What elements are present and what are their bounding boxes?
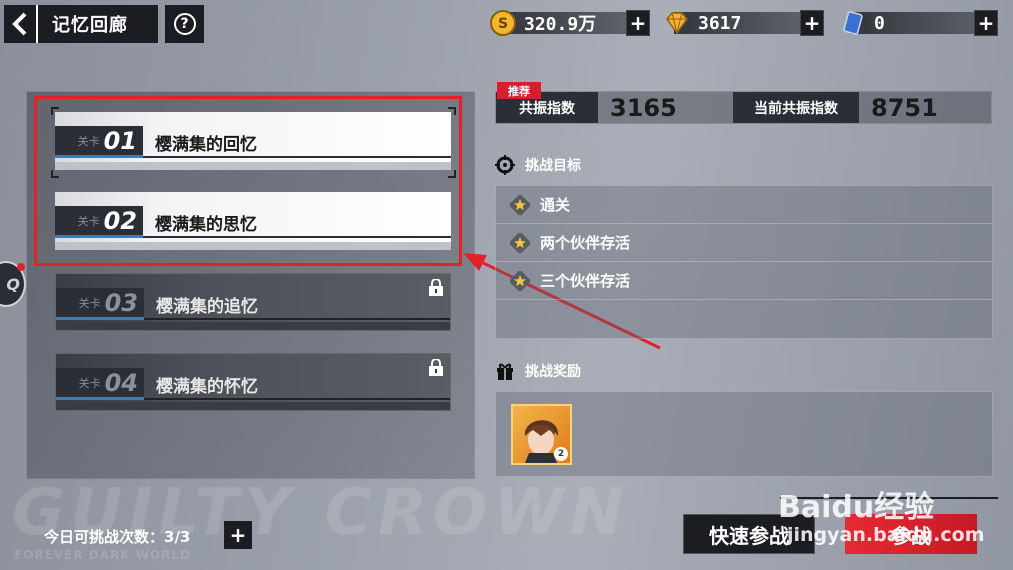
goal-item: 三个伙伴存活 — [496, 262, 992, 300]
goals-list: 通关 两个伙伴存活 三个伙伴存活 — [495, 185, 993, 339]
rewards-heading: 挑战奖励 — [495, 359, 581, 383]
goals-heading-label: 挑战目标 — [525, 158, 581, 174]
reward-count-badge: 2 — [554, 447, 568, 461]
rewards-heading-label: 挑战奖励 — [525, 364, 581, 380]
add-tickets-button[interactable]: + — [974, 10, 998, 36]
baidu-watermark-logo: Baidu经验 — [778, 490, 935, 525]
lock-icon — [429, 279, 443, 296]
level-number: 03 — [104, 289, 138, 317]
add-coins-button[interactable]: + — [626, 10, 650, 36]
svg-text:S: S — [498, 16, 508, 32]
tickets-value: 0 — [874, 12, 885, 34]
level-prefix: 关卡 — [78, 377, 101, 390]
help-button[interactable]: ? — [165, 5, 204, 43]
add-diamonds-button[interactable]: + — [800, 10, 824, 36]
level-number: 04 — [104, 369, 138, 397]
challenge-count-value: 3/3 — [164, 528, 191, 546]
star-icon — [510, 270, 530, 291]
gift-icon — [495, 361, 515, 381]
coins-value: 320.9万 — [524, 14, 597, 35]
goal-item: 通关 — [496, 186, 992, 224]
star-icon — [510, 232, 530, 253]
corner-mark — [51, 170, 59, 178]
level-prefix: 关卡 — [78, 297, 101, 310]
currency-coins: S 320.9万 + — [488, 10, 650, 36]
reward-item[interactable]: 2 — [511, 404, 572, 465]
goal-item: 两个伙伴存活 — [496, 224, 992, 262]
page-title: 记忆回廊 — [52, 15, 128, 36]
challenge-count-label: 今日可挑战次数： — [44, 528, 165, 546]
target-icon — [495, 155, 515, 175]
back-arrow-icon — [4, 5, 38, 43]
rewards-list: 2 — [495, 391, 993, 477]
highlight-frame — [34, 96, 462, 266]
diamonds-value: 3617 — [698, 12, 742, 34]
help-icon: ? — [173, 13, 196, 35]
goals-heading: 挑战目标 — [495, 153, 581, 177]
star-icon — [510, 194, 530, 215]
baidu-watermark-url: jingyan.baidu.com — [787, 524, 985, 546]
goal-text: 通关 — [540, 196, 571, 214]
resonance-value: 3165 — [610, 94, 677, 122]
logo-watermark-sub: FOREVER DARK WORLD — [14, 548, 191, 562]
coin-icon: S — [488, 8, 518, 38]
diamond-icon — [662, 8, 692, 38]
currency-tickets: 0 + — [838, 10, 998, 36]
level-name: 樱满集的追忆 — [156, 297, 258, 317]
current-resonance-value: 8751 — [871, 94, 938, 122]
resonance-stats: 共振指数 3165 当前共振指数 8751 — [495, 91, 992, 124]
notification-dot — [17, 263, 25, 271]
level-card-04[interactable]: 关卡 04 樱满集的怀忆 — [55, 353, 451, 411]
corner-mark — [448, 107, 456, 115]
lock-icon — [429, 359, 443, 376]
back-button[interactable]: 记忆回廊 — [4, 5, 158, 43]
goal-text: 三个伙伴存活 — [540, 272, 631, 290]
recommend-tag: 推荐 — [497, 82, 541, 99]
challenge-count: 今日可挑战次数：3/3 — [44, 526, 190, 547]
add-challenge-button[interactable]: + — [224, 521, 252, 549]
level-card-03[interactable]: 关卡 03 樱满集的追忆 — [55, 273, 451, 331]
current-resonance-label: 当前共振指数 — [733, 92, 859, 123]
ticket-icon — [838, 8, 868, 38]
corner-mark — [448, 170, 456, 178]
goal-text: 两个伙伴存活 — [540, 234, 631, 252]
level-name: 樱满集的怀忆 — [156, 377, 258, 397]
currency-diamonds: 3617 + — [662, 10, 824, 36]
corner-mark — [51, 107, 59, 115]
